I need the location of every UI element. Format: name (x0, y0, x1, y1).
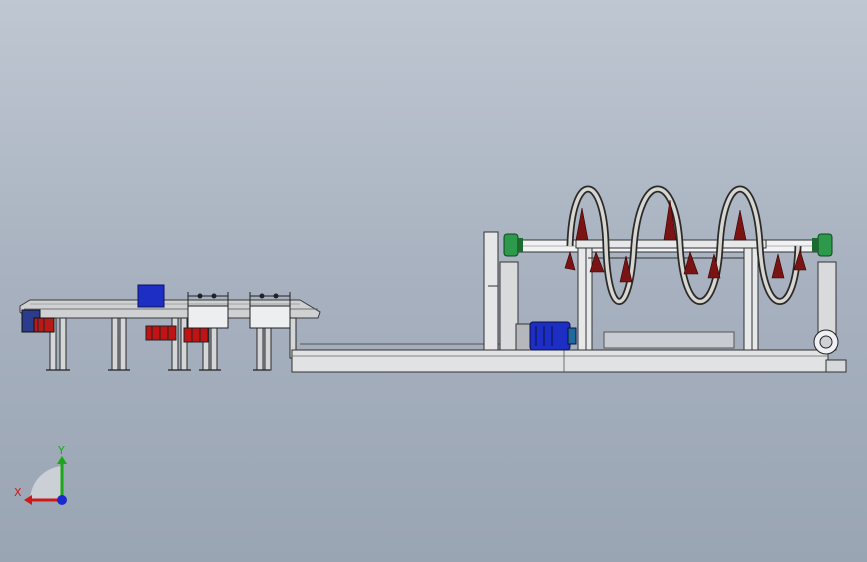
left-column (483, 231, 499, 351)
bearing-housing-left (503, 233, 523, 257)
electric-motor (515, 321, 577, 351)
x-axis-label: X (14, 486, 22, 499)
control-box (137, 284, 165, 308)
cutting-module-2 (249, 292, 291, 329)
assembly-drawing: Y X (14, 185, 847, 505)
conveyor-line[interactable] (19, 284, 321, 371)
auger-machine[interactable] (483, 185, 839, 355)
cad-viewport[interactable]: Y X (0, 0, 867, 562)
collection-tray (603, 331, 735, 349)
cutting-module-1 (187, 292, 229, 329)
bearing-housing-right (812, 233, 833, 257)
y-axis-label: Y (57, 444, 65, 457)
coordinate-triad-icon: Y X (14, 444, 67, 505)
end-wheel (813, 329, 839, 355)
